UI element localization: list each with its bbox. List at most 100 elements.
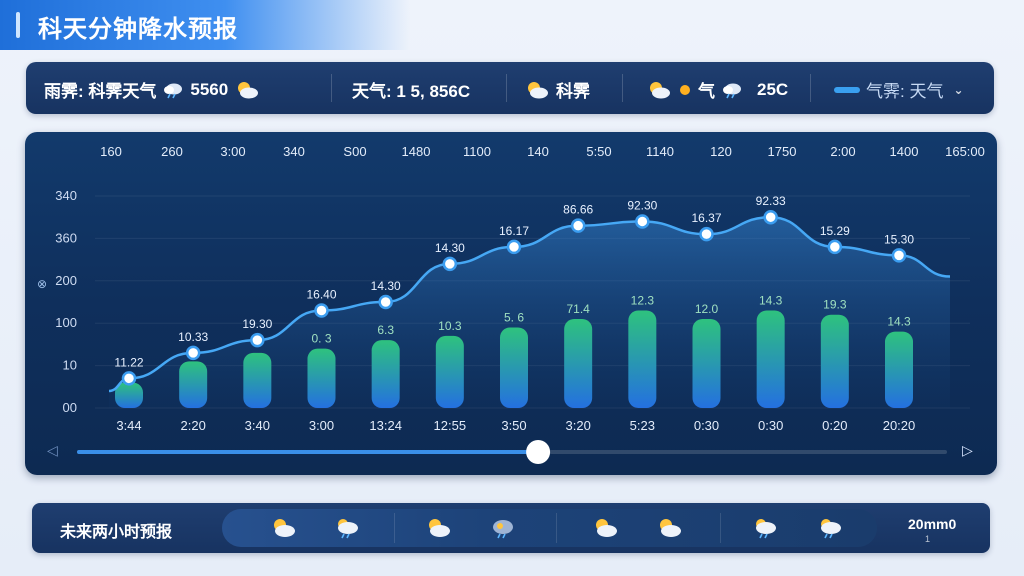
y-tick-label: 200 (55, 273, 77, 288)
y-tick-label: 10 (63, 358, 77, 373)
top-time-label: 1400 (890, 144, 919, 159)
divider (394, 513, 395, 543)
x-time-label: 2:20 (181, 418, 206, 433)
forecast-label: 未来两小时预报 (60, 524, 173, 541)
divider (506, 74, 507, 102)
point-value-label: 11.22 (114, 355, 143, 369)
point-value-label: 19.30 (242, 317, 272, 331)
top-time-label: 3:00 (220, 144, 245, 159)
precipitation-chart-panel: 160 260 3:00 340 S00 1480 1100 140 5:50 1140 120 17… (25, 132, 997, 475)
x-time-label: 3:20 (566, 418, 591, 433)
precipitation-bar (885, 331, 913, 408)
sun-cloud-icon (592, 517, 618, 539)
x-time-label: 0:30 (758, 418, 783, 433)
top-time-label: 2:00 (830, 144, 855, 159)
top-time-label: 160 (100, 144, 122, 159)
point-value-label: 16.40 (306, 287, 336, 301)
precipitation-bar (435, 335, 464, 408)
bar-value-label: 71.4 (566, 302, 590, 316)
x-time-label: 0:30 (694, 418, 719, 433)
precipitation-bar (820, 314, 849, 408)
rain-cloud-icon (752, 517, 778, 539)
scroll-left-button[interactable]: ◁ (47, 442, 58, 459)
x-time-label: 3:40 (245, 418, 270, 433)
divider (556, 513, 557, 543)
x-time-label: 13:24 (369, 418, 402, 433)
top-time-label: 1750 (768, 144, 797, 159)
point-value-label: 15.30 (884, 232, 914, 246)
data-point (314, 303, 329, 318)
data-point (378, 294, 393, 310)
precipitation-bar (756, 310, 785, 408)
scroll-right-button[interactable]: ▷ (962, 442, 973, 459)
view-dropdown[interactable]: 气霁: 天气 ⌄ (834, 77, 964, 102)
point-value-label: 92.33 (756, 194, 786, 208)
rain-total-sub: 1 (925, 534, 931, 544)
summary-item-rain: 雨霁: 科霁天气 5560 (44, 77, 260, 102)
sun-cloud-icon (238, 81, 259, 98)
data-point (827, 239, 843, 255)
data-point (699, 226, 714, 242)
precipitation-bar (307, 348, 336, 408)
summary-forecast-prefix: 气 (698, 82, 715, 101)
precipitation-bar (371, 340, 400, 408)
bar-value-label: 6.3 (377, 323, 394, 337)
x-time-label: 3:00 (309, 418, 334, 433)
x-time-label: 3:44 (116, 418, 141, 433)
y-tick-label: 340 (55, 188, 77, 203)
sun-cloud-icon (656, 517, 682, 539)
legend-icon: ⊗ (37, 277, 47, 291)
summary-temp-text: 天气: 1 5, 856C (352, 82, 471, 101)
rain-cloud-icon (723, 83, 741, 98)
slider-handle[interactable] (526, 440, 551, 464)
sun-cloud-icon (270, 517, 296, 539)
point-value-label: 14.30 (435, 241, 465, 255)
point-value-label: 15.29 (820, 224, 850, 238)
top-time-label: 5:50 (586, 144, 611, 159)
divider (720, 513, 721, 543)
top-time-label: 1140 (646, 144, 674, 159)
summary-rain-label: 雨霁: 科霁天气 (44, 82, 157, 101)
top-time-label: 140 (527, 144, 549, 159)
divider (810, 74, 811, 102)
data-point (185, 345, 201, 361)
storm-icon (490, 517, 516, 539)
precipitation-bar (692, 318, 721, 408)
page-title: 科天分钟降水预报 (38, 16, 238, 43)
title-bar: 科天分钟降水预报 (0, 0, 410, 50)
data-point (506, 239, 522, 255)
x-time-label: 0:20 (822, 418, 847, 433)
data-point (635, 214, 650, 229)
two-hour-forecast-bar: 未来两小时预报 20mm0 1 (32, 503, 990, 553)
x-time-label: 5:23 (630, 418, 655, 433)
rain-cloud-icon (164, 83, 183, 98)
point-value-label: 16.37 (691, 211, 721, 225)
bar-value-label: 0. 3 (311, 332, 331, 346)
bar-value-label: 14.3 (887, 315, 911, 329)
point-value-label: 16.17 (499, 224, 529, 238)
precipitation-bar (179, 361, 208, 408)
bar-value-label: 5. 6 (504, 310, 524, 324)
precipitation-bar (243, 352, 272, 408)
sun-icon (680, 84, 690, 95)
bar-value-label: 14.3 (759, 293, 783, 307)
summary-item-forecast: 气 25C (646, 77, 788, 102)
chevron-down-icon: ⌄ (953, 82, 964, 97)
divider (331, 74, 332, 102)
slider-fill (77, 450, 539, 454)
data-point (891, 248, 907, 263)
data-point (763, 209, 778, 225)
y-tick-label: 360 (55, 230, 77, 245)
sun-cloud-icon (425, 517, 451, 539)
rain-cloud-icon (817, 517, 843, 539)
summary-item-fog: 科霁 (524, 77, 590, 102)
top-time-label: 1100 (463, 144, 491, 159)
title-accent (16, 12, 20, 38)
summary-rain-value: 5560 (190, 79, 229, 99)
precipitation-chart: 160 260 3:00 340 S00 1480 1100 140 5:50 1140 120 17… (37, 144, 985, 464)
forecast-icon-strip (222, 509, 877, 547)
precipitation-bar (628, 310, 657, 408)
bar-value-label: 10.3 (438, 319, 462, 333)
point-value-label: 92.30 (627, 198, 657, 212)
top-time-label: 1480 (402, 144, 431, 159)
